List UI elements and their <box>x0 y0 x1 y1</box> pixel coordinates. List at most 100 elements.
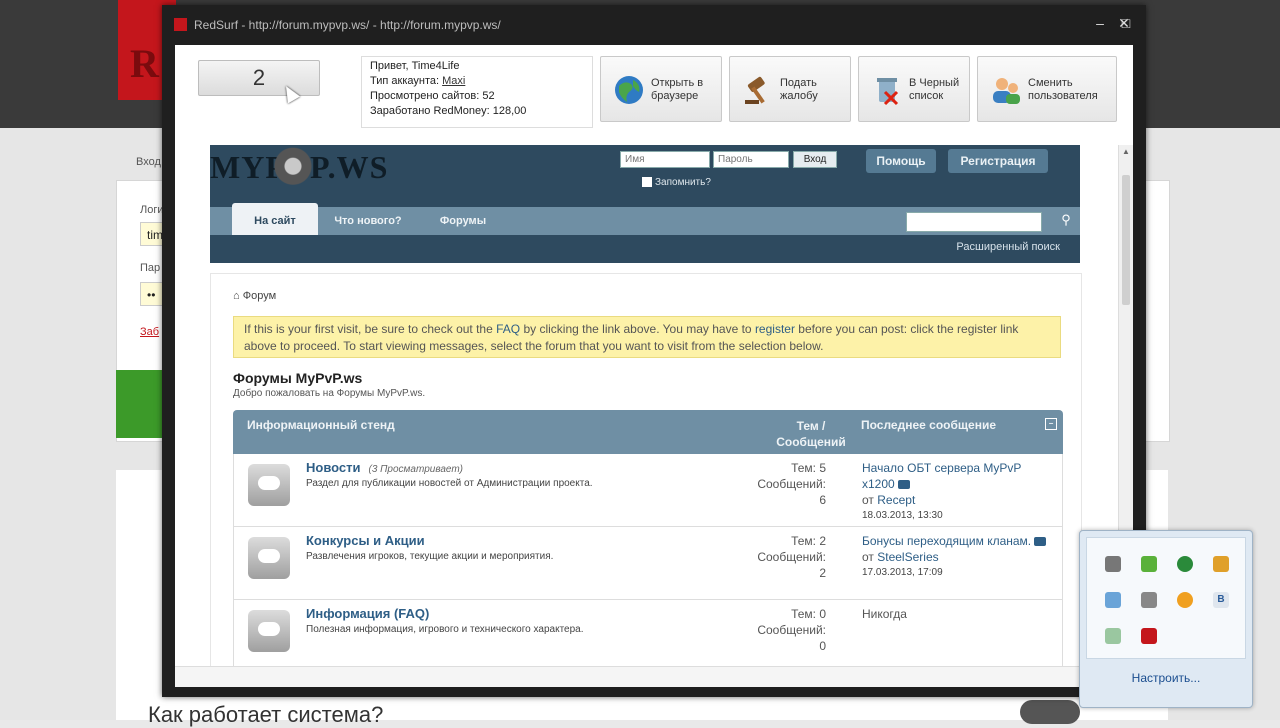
tab-whats-new[interactable]: Что нового? <box>322 207 414 235</box>
tray-app-icon[interactable] <box>1213 556 1229 572</box>
tab-forums[interactable]: Форумы <box>420 207 506 235</box>
forum-stats: Тем: 2 Сообщений: 2 <box>734 533 826 581</box>
column-section[interactable]: Информационный стенд <box>247 418 395 432</box>
last-post-user[interactable]: Recept <box>877 493 915 507</box>
globe-icon <box>615 76 643 104</box>
trash-block-icon <box>877 78 899 106</box>
tray-app-icon[interactable] <box>1177 556 1193 572</box>
forum-bubble-icon <box>248 537 290 579</box>
last-post-never: Никогда <box>862 607 907 621</box>
posts-count: 2 <box>819 566 826 580</box>
breadcrumb-forum[interactable]: Форум <box>243 290 276 302</box>
forum-subtitle: Добро пожаловать на Форумы MyPvP.ws. <box>233 388 426 399</box>
remember-me[interactable]: Запомнить? <box>642 177 711 188</box>
scroll-up-icon[interactable]: ▲ <box>1119 145 1133 159</box>
login-button[interactable]: Вход <box>793 151 837 168</box>
redsurf-tray-icon[interactable] <box>1141 628 1157 644</box>
window-titlebar[interactable]: RedSurf - http://forum.mypvp.ws/ - http:… <box>162 5 1146 43</box>
advanced-search-link[interactable]: Расширенный поиск <box>956 241 1060 253</box>
switch-user-button[interactable]: Сменить пользователя <box>977 56 1117 122</box>
forum-search-input[interactable] <box>906 212 1042 232</box>
tray-app-icon[interactable] <box>1141 556 1157 572</box>
forum-name[interactable]: Новости <box>306 460 361 475</box>
tray-icons-area: B <box>1086 537 1246 659</box>
tray-overflow-popup: B Настроить... <box>1079 530 1253 708</box>
search-icon[interactable]: ⚲ <box>1056 210 1076 230</box>
posts-label: Сообщений: <box>757 623 826 637</box>
username-input[interactable] <box>620 151 710 168</box>
greeting: Привет, Time4Life <box>370 60 460 72</box>
posts-count: 0 <box>819 639 826 653</box>
background-heading: Как работает система? <box>148 702 384 727</box>
notice-text-1: If this is your first visit, be sure to … <box>244 322 497 336</box>
forum-name-link[interactable]: Новости (3 Просматривает) <box>306 460 463 475</box>
posts-count: 6 <box>819 493 826 507</box>
first-visit-notice: If this is your first visit, be sure to … <box>233 316 1061 358</box>
last-post-user[interactable]: SteelSeries <box>877 550 938 564</box>
account-type-link[interactable]: Maxi <box>442 75 465 87</box>
customize-link[interactable]: Настроить... <box>1080 671 1252 685</box>
last-post: Начало ОБТ сервера MyPvP x1200 от Recept 1… <box>862 460 1052 524</box>
remember-checkbox[interactable] <box>642 177 652 188</box>
earned-redmoney: Заработано RedMoney: 128,00 <box>370 105 527 117</box>
register-button[interactable]: Регистрация <box>948 149 1048 173</box>
table-row: Конкурсы и Акции Развлечения игроков, те… <box>233 527 1063 600</box>
column-topics-posts: Тем / Сообщений <box>776 419 846 449</box>
vk-icon[interactable]: B <box>1213 592 1229 608</box>
background-label-password: Пар <box>140 262 161 274</box>
last-post-from: от <box>862 550 874 564</box>
surf-toolbar: 2 Привет, Time4Life Тип аккаунта: Maxi П… <box>175 45 1133 145</box>
open-in-browser-button[interactable]: Открыть в браузере <box>600 56 722 122</box>
horizontal-scrollbar[interactable] <box>175 666 1119 687</box>
forum-stats: Тем: 5 Сообщений: 6 <box>734 460 826 508</box>
forum-name-link[interactable]: Конкурсы и Акции <box>306 533 425 548</box>
timer-counter[interactable]: 2 <box>198 60 320 96</box>
forum-name[interactable]: Информация (FAQ) <box>306 606 429 621</box>
background-cloud <box>1020 700 1080 724</box>
complain-label-1: Подать <box>780 77 817 89</box>
notice-text-2: by clicking the link above. You may have… <box>520 322 755 336</box>
go-to-post-icon[interactable] <box>1034 537 1047 547</box>
last-post-title[interactable]: Начало ОБТ сервера MyPvP x1200 <box>862 461 1021 491</box>
blacklist-button[interactable]: В Черный список <box>858 56 970 122</box>
topics-count: Тем: 0 <box>791 607 826 621</box>
register-link[interactable]: register <box>755 322 795 336</box>
account-info: Привет, Time4Life Тип аккаунта: Maxi Про… <box>361 56 593 128</box>
minimize-button[interactable]: – <box>1092 15 1108 31</box>
last-post: Бонусы переходящим кланам. от SteelSeries… <box>862 533 1052 581</box>
complain-button[interactable]: Подать жалобу <box>729 56 851 122</box>
complain-label-2: жалобу <box>780 90 818 102</box>
collapse-icon[interactable]: − <box>1045 418 1057 430</box>
close-button[interactable]: ✕ <box>1116 15 1132 31</box>
last-post-date: 17.03.2013, 17:09 <box>862 567 943 578</box>
last-post-title[interactable]: Бонусы переходящим кланам. <box>862 534 1031 548</box>
password-input[interactable] <box>713 151 789 168</box>
tray-app-icon[interactable] <box>1105 556 1121 572</box>
viewed-sites: Просмотрено сайтов: 52 <box>370 90 495 102</box>
topics-count: Тем: 2 <box>791 534 826 548</box>
last-post: Никогда <box>862 606 1052 622</box>
scroll-thumb[interactable] <box>1122 175 1130 305</box>
help-button[interactable]: Помощь <box>866 149 936 173</box>
forum-header: MYPVP.WS Вход Запомнить? Помощь Регистра… <box>210 145 1080 263</box>
open-in-browser-label-1: Открыть в <box>651 77 704 89</box>
forum-table: Информационный стенд Тем / Сообщений Пос… <box>233 410 1063 673</box>
forum-title: Форумы MyPvP.ws <box>233 370 363 386</box>
blacklist-label-2: список <box>909 90 944 102</box>
last-post-from: от <box>862 493 874 507</box>
faq-link[interactable]: FAQ <box>496 322 520 336</box>
tab-site[interactable]: На сайт <box>232 203 318 235</box>
tray-app-icon[interactable] <box>1141 592 1157 608</box>
go-to-post-icon[interactable] <box>897 480 910 490</box>
background-login-link[interactable]: Вход <box>136 156 161 168</box>
tray-app-icon[interactable] <box>1105 592 1121 608</box>
tray-app-icon[interactable] <box>1105 628 1121 644</box>
last-post-date: 18.03.2013, 13:30 <box>862 510 943 521</box>
users-icon <box>993 78 1020 104</box>
table-header: Информационный стенд Тем / Сообщений Пос… <box>233 410 1063 454</box>
home-icon[interactable]: ⌂ <box>233 290 240 302</box>
tray-app-icon[interactable] <box>1177 592 1193 608</box>
forum-name[interactable]: Конкурсы и Акции <box>306 533 425 548</box>
background-forgot-link[interactable]: Заб <box>140 326 159 338</box>
forum-name-link[interactable]: Информация (FAQ) <box>306 606 429 621</box>
